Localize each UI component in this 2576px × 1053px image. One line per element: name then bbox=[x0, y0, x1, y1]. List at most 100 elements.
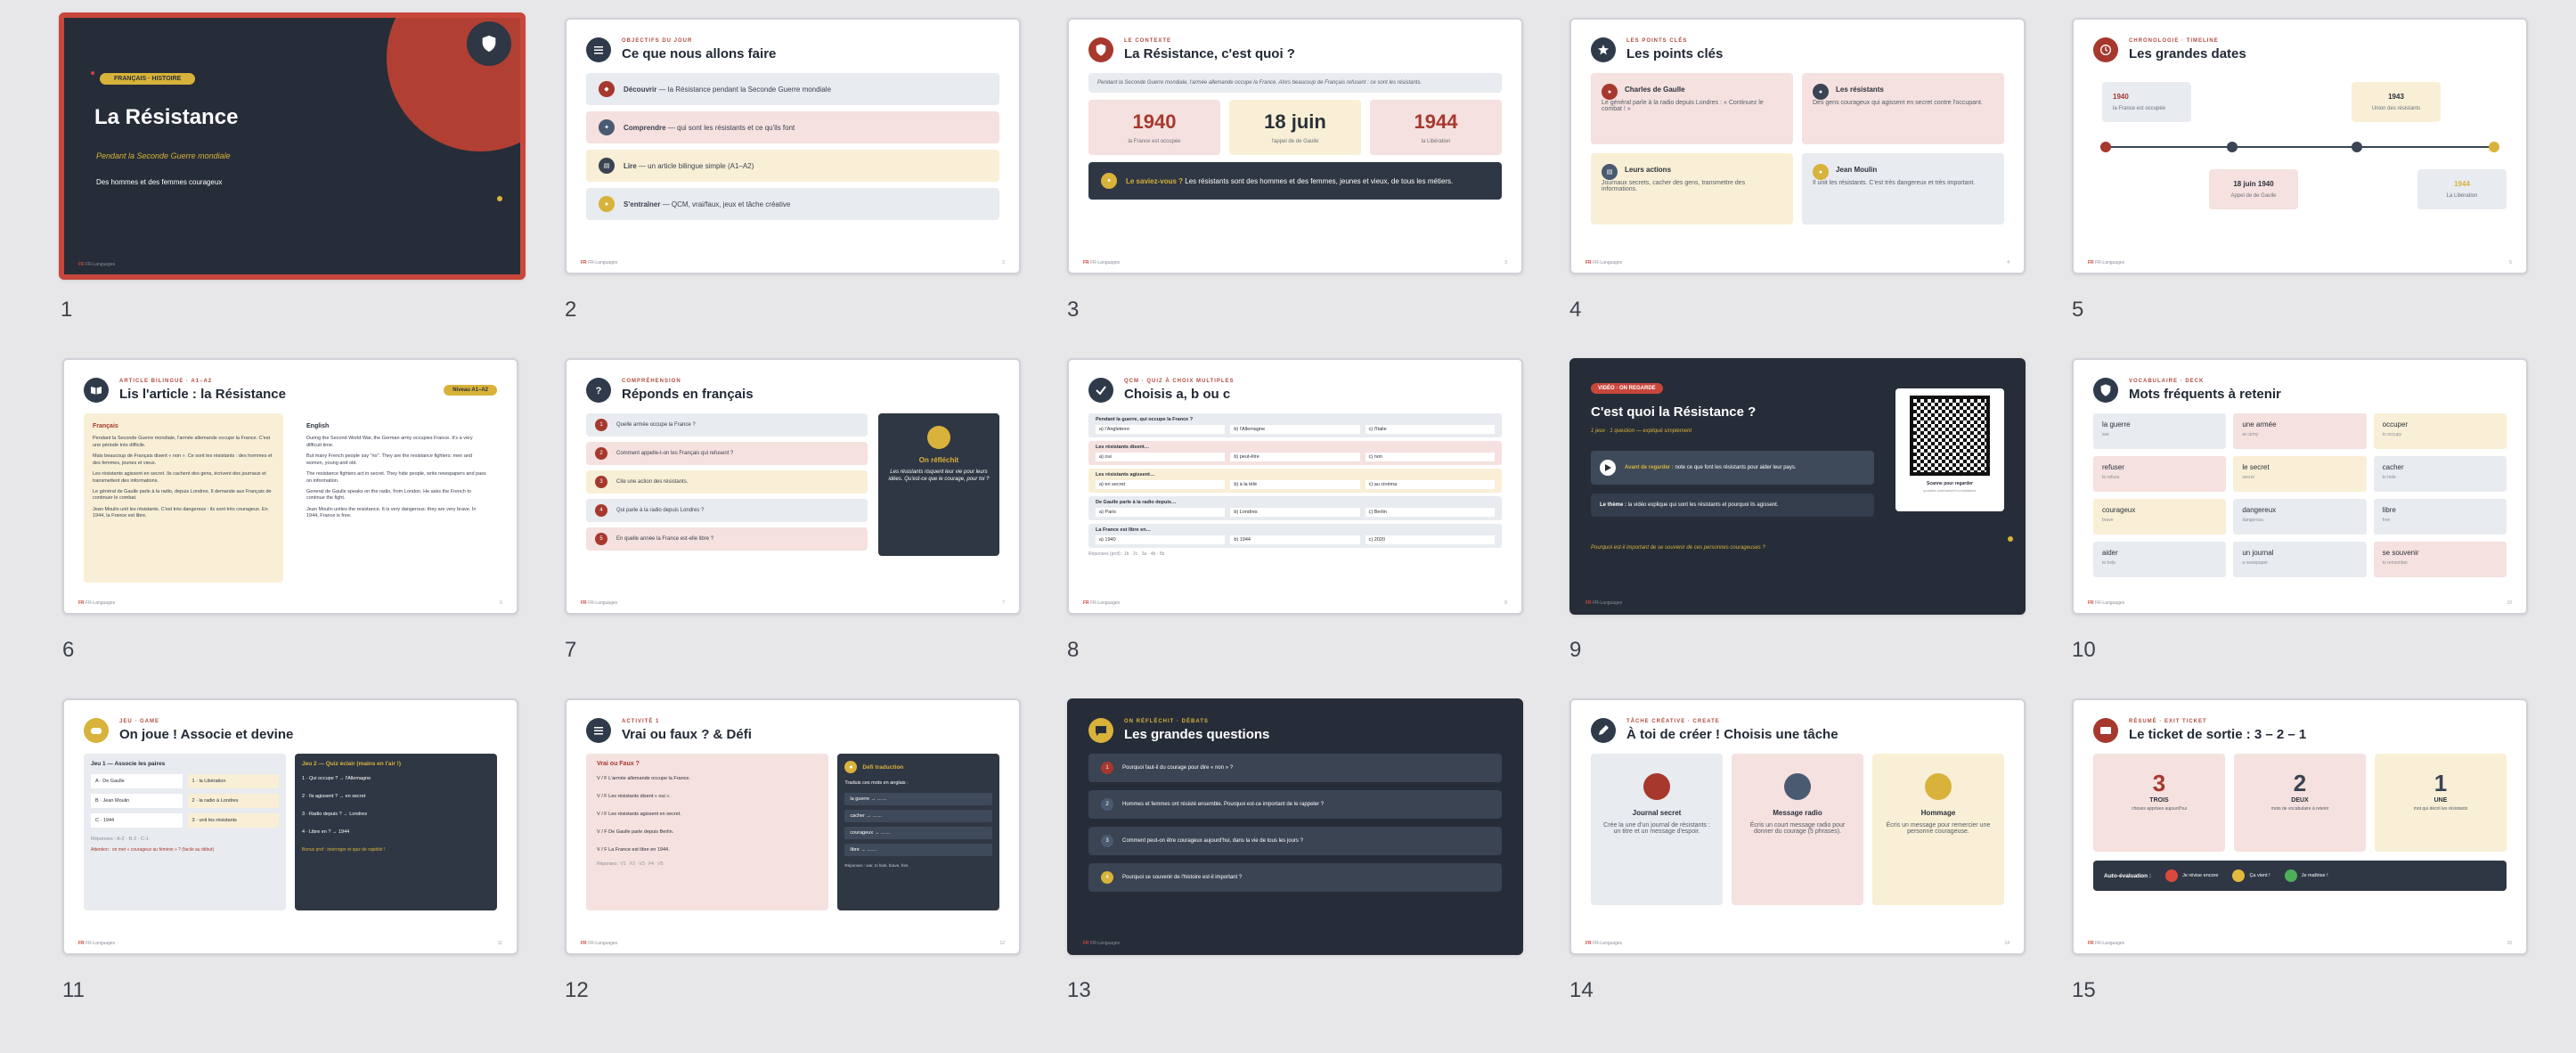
shield-icon bbox=[1088, 37, 1113, 62]
slide-tagline: Des hommes et des femmes courageux bbox=[96, 178, 223, 186]
book-open-icon bbox=[84, 378, 109, 403]
question-row: 4 Qui parle à la radio depuis Londres ? bbox=[586, 499, 868, 522]
question-row: 4 Pourquoi se souvenir de l'histoire est-… bbox=[1088, 863, 1502, 892]
did-you-know-callout: ✦ Le saviez-vous ? Les résistants sont de… bbox=[1088, 162, 1502, 200]
qr-code-card[interactable]: Scanne pour regarder youtube.com/watch?v… bbox=[1895, 388, 2004, 511]
slide-title: Lis l'article : la Résistance bbox=[119, 387, 286, 402]
question-row: 5 En quelle année la France est-elle libr… bbox=[586, 527, 868, 551]
gamepad-icon: ● bbox=[599, 196, 615, 212]
slide-number: 10 bbox=[2072, 638, 2096, 662]
level-badge: Niveau A1–A2 bbox=[444, 385, 497, 396]
microphone-icon bbox=[1784, 773, 1811, 800]
slide-number: 5 bbox=[2072, 298, 2084, 322]
green-dot-icon bbox=[2284, 869, 2297, 882]
slide-thumbnail-3[interactable]: LE CONTEXTE La Résistance, c'est quoi ? P… bbox=[1067, 18, 1523, 274]
gamepad-icon bbox=[84, 718, 109, 743]
yellow-dot-icon bbox=[2232, 869, 2246, 882]
slide-subtitle: Pendant la Seconde Guerre mondiale bbox=[96, 151, 231, 160]
quiz-game: Jeu 2 — Quiz éclair (mains en l'air !) 1… bbox=[295, 754, 497, 910]
slide-title: Ce que nous allons faire bbox=[622, 46, 777, 61]
objective-row: ✦ Comprendre — qui sont les résistants et… bbox=[586, 111, 999, 143]
handshake-icon: ● bbox=[1813, 164, 1829, 180]
list-icon bbox=[586, 37, 611, 62]
slide-title: Le ticket de sortie : 3 – 2 – 1 bbox=[2129, 727, 2307, 742]
slide-thumbnail-13[interactable]: ON RÉFLÉCHIT · DÉBATS Les grandes questio… bbox=[1067, 698, 1523, 955]
slide-thumbnail-6[interactable]: ARTICLE BILINGUE · A1–A2 Lis l'article : … bbox=[62, 358, 518, 615]
timeline-dot bbox=[2489, 142, 2499, 152]
self-assessment-bar: Auto-évaluation : Je révise encore Ça vi… bbox=[2093, 861, 2507, 891]
timeline-dot bbox=[2227, 142, 2238, 152]
slide-title: Les grandes dates bbox=[2129, 46, 2246, 61]
slide-title: Choisis a, b ou c bbox=[1124, 387, 1231, 402]
slide-title: On joue ! Associe et devine bbox=[119, 727, 294, 742]
slide-title: Mots fréquents à retenir bbox=[2129, 387, 2281, 402]
slide-number: 11 bbox=[62, 978, 85, 1002]
microphone-icon: ● bbox=[1602, 84, 1618, 100]
question-row: 3 Comment peut-on être courageux aujourd'… bbox=[1088, 827, 1502, 855]
slide-number: 7 bbox=[565, 638, 577, 662]
slide-thumbnail-8[interactable]: QCM · QUIZ À CHOIX MULTIPLES Choisis a, b… bbox=[1067, 358, 1523, 615]
slide-title: La Résistance, c'est quoi ? bbox=[1124, 46, 1295, 61]
newspaper-icon: ▤ bbox=[1602, 164, 1618, 180]
slide-title: Les grandes questions bbox=[1124, 727, 1270, 742]
slide-thumbnail-7[interactable]: ? COMPRÉHENSION Réponds en français 1 Quel… bbox=[565, 358, 1021, 615]
task-card[interactable]: Journal secret Crée la une d'un journal d… bbox=[1591, 754, 1723, 905]
slide-number: 2 bbox=[565, 298, 577, 322]
speech-bubble-icon bbox=[1088, 718, 1113, 743]
mcq-list: Pendant la guerre, qui occupe la France … bbox=[1088, 413, 1502, 557]
pencil-icon bbox=[1591, 718, 1616, 743]
slide-number: 12 bbox=[565, 978, 589, 1002]
slide-number: 8 bbox=[1067, 638, 1080, 662]
objective-row: ● S'entraîner — QCM, vrai/faux, jeux et t… bbox=[586, 188, 999, 220]
slide-title: À toi de créer ! Choisis une tâche bbox=[1626, 727, 1838, 742]
slide-thumbnail-15[interactable]: RÉSUMÉ · EXIT TICKET Le ticket de sortie … bbox=[2072, 698, 2528, 955]
slide-title: Réponds en français bbox=[622, 387, 754, 402]
slide-title: La Résistance bbox=[94, 105, 239, 129]
slide-thumbnail-9[interactable]: VIDÉO · ON REGARDE C'est quoi la Résista… bbox=[1569, 358, 2026, 615]
english-column: English During the Second World War, the… bbox=[306, 423, 486, 519]
play-icon bbox=[1600, 460, 1616, 476]
question-icon: ? bbox=[586, 378, 611, 403]
shield-icon bbox=[2093, 378, 2118, 403]
slide-thumbnail-2[interactable]: OBJECTIFS DU JOUR Ce que nous allons fair… bbox=[565, 18, 1021, 274]
slide-footer: FR FR-Languages bbox=[78, 262, 116, 267]
video-play-button[interactable]: Avant de regarder : note ce que font les… bbox=[1591, 451, 1874, 485]
shield-icon bbox=[467, 21, 511, 66]
lightbulb-icon: ✦ bbox=[599, 119, 615, 135]
slide-title: Les points clés bbox=[1626, 46, 1724, 61]
reflection-panel: On réfléchit Les résistants risquent leu… bbox=[878, 413, 999, 556]
task-card[interactable]: Hommage Écris un message pour remercier u… bbox=[1872, 754, 2004, 905]
slide-number: 3 bbox=[1067, 298, 1080, 322]
slide-thumbnail-10[interactable]: VOCABULAIRE · DECK Mots fréquents à reten… bbox=[2072, 358, 2528, 615]
task-card[interactable]: Message radio Écris un court message radi… bbox=[1732, 754, 1863, 905]
slide-thumbnail-11[interactable]: JEU · GAME On joue ! Associe et devine Je… bbox=[62, 698, 518, 955]
question-row: 3 Cite une action des résistants. bbox=[586, 470, 868, 494]
slide-thumbnail-14[interactable]: TÂCHE CRÉATIVE · CREATE À toi de créer ! … bbox=[1569, 698, 2026, 955]
matching-game: Jeu 1 — Associe les paires A · De Gaulle… bbox=[84, 754, 286, 910]
slide-thumbnail-12[interactable]: ACTIVITÉ 1 Vrai ou faux ? & Défi Vrai ou … bbox=[565, 698, 1021, 955]
translation-challenge: ● Défi traduction Traduis ces mots en ang… bbox=[837, 754, 999, 910]
question-row: 2 Comment appelle-t-on les Français qui r… bbox=[586, 442, 868, 465]
list-icon bbox=[586, 718, 611, 743]
ticket-icon bbox=[2093, 718, 2118, 743]
people-icon: ● bbox=[1813, 84, 1829, 100]
lightbulb-icon bbox=[927, 426, 950, 449]
star-icon bbox=[1591, 37, 1616, 62]
slide-thumbnail-1[interactable]: FRANÇAIS · HISTOIRE La Résistance Pendan… bbox=[59, 12, 526, 280]
slide-thumbnail-4[interactable]: LES POINTS CLÉS Les points clés ● Charles … bbox=[1569, 18, 2026, 274]
shield-icon: ◆ bbox=[599, 81, 615, 97]
qr-code bbox=[1910, 396, 1990, 476]
checkmark-icon bbox=[1088, 378, 1113, 403]
timeline-dot bbox=[2100, 142, 2111, 152]
svg-text:?: ? bbox=[596, 386, 602, 396]
timeline: 1940 la France est occupée 1943 Union des … bbox=[2093, 73, 2507, 233]
objective-row: ◆ Découvrir — la Résistance pendant la Se… bbox=[586, 73, 999, 105]
slide-thumbnail-5[interactable]: CHRONOLOGIE · TIMELINE Les grandes dates … bbox=[2072, 18, 2528, 274]
question-row: 1 Quelle armée occupe la France ? bbox=[586, 413, 868, 437]
slide-badge: FRANÇAIS · HISTOIRE bbox=[100, 73, 196, 85]
question-row: 1 Pourquoi faut-il du courage pour dire «… bbox=[1088, 754, 1502, 782]
slide-title: Vrai ou faux ? & Défi bbox=[622, 727, 752, 742]
slide-number: 1 bbox=[61, 298, 73, 322]
true-false-panel: Vrai ou Faux ? V / F L'armée allemande o… bbox=[586, 754, 829, 910]
slide-number: 9 bbox=[1569, 638, 1582, 662]
